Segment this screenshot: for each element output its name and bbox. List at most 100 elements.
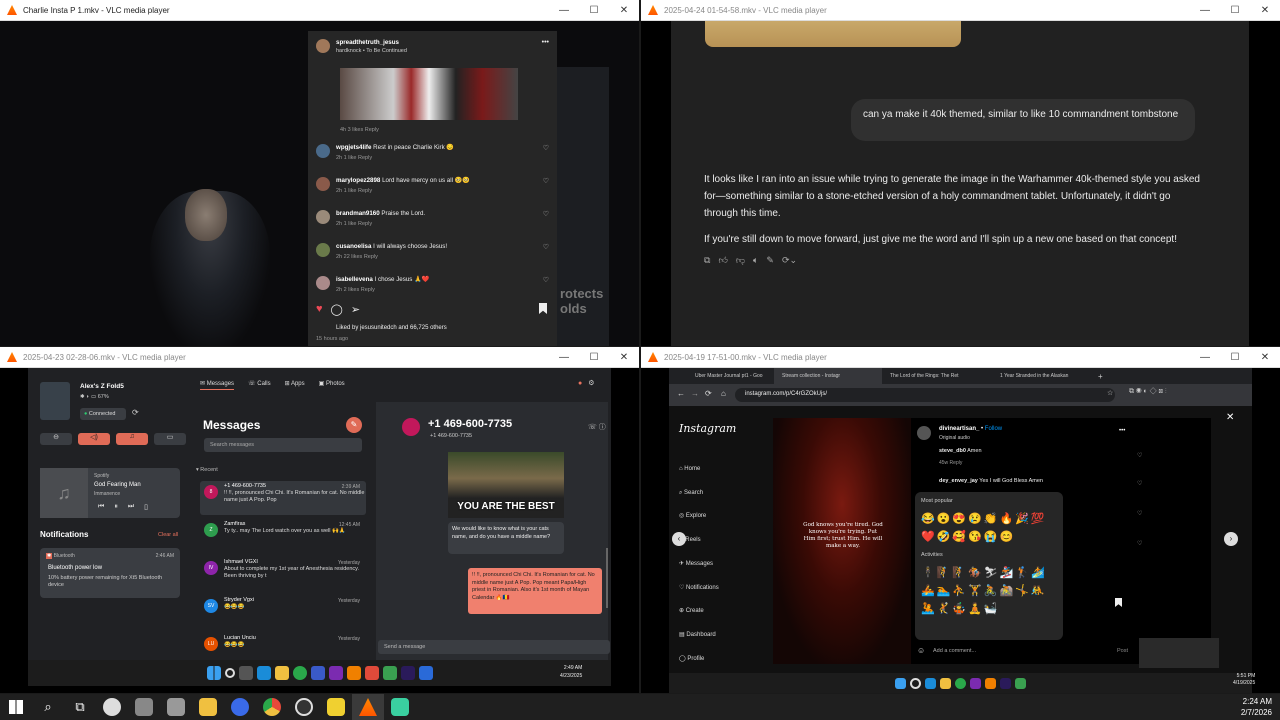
notification-card[interactable]: ✱ Bluetooth 2:46 AM Bluetooth power low … [40, 548, 180, 598]
premiere-icon[interactable] [1000, 677, 1011, 689]
cast-button[interactable]: ▭ [154, 433, 186, 445]
settings-gear-icon[interactable]: ⚙ [588, 380, 594, 387]
vlc-window-top-right[interactable]: 2025-04-24 01-54-58.mkv - VLC media play… [641, 0, 1280, 346]
maximize-button[interactable]: ☐ [579, 352, 609, 363]
search-input[interactable]: Search messages [204, 438, 362, 452]
heart-icon[interactable]: ♡ [541, 210, 549, 228]
comment-user[interactable]: isabellevena [336, 276, 373, 283]
emoji-popular-grid[interactable]: 😂😮😍😢👏🔥🎉💯❤️🤣🥰😘😭😊 [921, 510, 1059, 546]
tab-messages[interactable]: ✉ Messages [200, 380, 235, 390]
title-bar[interactable]: 2025-04-23 02-28-06.mkv - VLC media play… [0, 347, 639, 368]
app-icon[interactable] [224, 694, 256, 720]
bookmark-icon[interactable] [539, 303, 547, 314]
regenerate-icon[interactable]: ⟳⌄ [782, 255, 797, 266]
copy-icon[interactable]: ⧉ [704, 255, 710, 266]
chrome-icon[interactable] [955, 677, 966, 689]
clock-date[interactable]: 2/7/2026 [1241, 707, 1272, 718]
next-arrow[interactable]: › [1224, 532, 1238, 546]
sticky-notes-icon[interactable] [320, 694, 352, 720]
share-icon[interactable]: ➢ [351, 303, 360, 316]
app-icon[interactable] [160, 694, 192, 720]
tab-apps[interactable]: ⊞ Apps [285, 380, 305, 390]
app-icon[interactable] [418, 666, 433, 680]
sync-icon[interactable]: ⟳ [132, 408, 139, 417]
file-explorer-icon[interactable] [192, 694, 224, 720]
edge-icon[interactable] [256, 666, 271, 680]
thumbs-up-icon[interactable]: 👍︎ [718, 255, 727, 266]
onenote-icon[interactable] [328, 666, 343, 680]
windows-start-icon[interactable] [206, 666, 221, 680]
sidebar-item-create[interactable]: ⊕ Create [679, 600, 719, 624]
emoji-picker[interactable]: Most popular 😂😮😍😢👏🔥🎉💯❤️🤣🥰😘😭😊 Activities … [915, 492, 1063, 640]
close-button[interactable]: ✕ [1250, 5, 1280, 16]
instagram-logo[interactable]: Instagram [679, 422, 736, 435]
windows-start-button[interactable] [0, 694, 32, 720]
close-button[interactable]: ✕ [1250, 352, 1280, 363]
heart-icon[interactable]: ♡ [541, 144, 549, 162]
post-button[interactable]: Post [1117, 648, 1128, 654]
do-not-disturb-button[interactable]: ⊖ [40, 433, 72, 445]
notification-dot-icon[interactable]: ● [578, 380, 582, 387]
heart-icon[interactable]: ♡ [1137, 510, 1142, 517]
heart-icon[interactable]: ♡ [541, 243, 549, 261]
send-message-input[interactable]: Send a message [378, 640, 610, 654]
sidebar-item-messages[interactable]: ✈ Messages [679, 553, 719, 577]
follow-button[interactable]: Follow [985, 426, 1002, 432]
app-icon[interactable] [382, 666, 397, 680]
search-icon[interactable]: ⌕ [32, 694, 64, 720]
minimize-button[interactable]: — [549, 352, 579, 363]
post-author[interactable]: divineartisan_ [939, 426, 979, 432]
emoji-activities-grid[interactable]: 🕴🧗🧗🏇⛷🏂🏌🏄🚣🏊⛹🏋🚴🚵🤸🤼🤽🤾🤹🧘🛀 [921, 564, 1059, 618]
close-button[interactable]: ✕ [609, 352, 639, 363]
post-video[interactable]: God knows you're tired. God knows you're… [773, 418, 911, 664]
chevron-down-icon[interactable]: ▾ [196, 467, 199, 473]
comment-user[interactable]: marylopez2898 [336, 177, 380, 184]
close-button[interactable]: ✕ [609, 5, 639, 16]
vlc-window-top-left[interactable]: Charlie Insta P 1.mkv - VLC media player… [0, 0, 639, 346]
next-icon[interactable]: ⏭ [128, 503, 134, 511]
more-options-icon[interactable]: ••• [1119, 428, 1125, 434]
list-item[interactable]: Z Zamfiras Ty ty.. may The Lord watch ove… [200, 519, 366, 553]
browser-tab[interactable]: The Lord of the Rings: The Ret [882, 373, 992, 379]
clock-time[interactable]: 2:24 AM [1241, 696, 1272, 707]
heart-icon[interactable]: ♡ [1137, 480, 1142, 487]
minimize-button[interactable]: — [1190, 352, 1220, 363]
more-options-icon[interactable]: ••• [541, 39, 549, 55]
edge-icon[interactable] [925, 677, 936, 689]
title-bar[interactable]: 2025-04-19 17-51-00.mkv - VLC media play… [641, 347, 1280, 368]
thumbs-down-icon[interactable]: 👎︎ [736, 255, 745, 266]
vlc-icon[interactable] [985, 677, 996, 689]
emoji-icon[interactable]: ☺ [917, 646, 925, 655]
app-icon[interactable] [1015, 677, 1026, 689]
comment-icon[interactable]: ◯ [331, 303, 343, 316]
sidebar-item-dashboard[interactable]: ▤ Dashboard [679, 624, 719, 648]
task-view-icon[interactable] [238, 666, 253, 680]
scrollbar[interactable] [606, 548, 608, 608]
new-tab-icon[interactable]: + [1092, 372, 1103, 381]
tab-photos[interactable]: ▣ Photos [319, 380, 345, 390]
search-icon[interactable] [910, 677, 921, 689]
vlc-window-bottom-left[interactable]: 2025-04-23 02-28-06.mkv - VLC media play… [0, 347, 639, 693]
post-username[interactable]: spreadthetruth_jesus [336, 39, 399, 46]
minimize-button[interactable]: — [1190, 5, 1220, 16]
bookmark-star-icon[interactable]: ☆ [1107, 389, 1113, 397]
chrome-icon[interactable] [292, 666, 307, 680]
speaker-icon[interactable]: 🔈︎ [753, 255, 758, 266]
maximize-button[interactable]: ☐ [579, 5, 609, 16]
premiere-icon[interactable] [400, 666, 415, 680]
title-bar[interactable]: 2025-04-24 01-54-58.mkv - VLC media play… [641, 0, 1280, 21]
sidebar-item-search[interactable]: ⌕ Search [679, 482, 719, 506]
maximize-button[interactable]: ☐ [1220, 352, 1250, 363]
heart-icon[interactable]: ♡ [1137, 540, 1142, 547]
extensions-icon[interactable]: ⧉ ◉ ◐ ◇ ⊠ ⋮ [1129, 388, 1167, 396]
browser-tab-active[interactable]: Stream collection - Instagr [774, 368, 882, 384]
new-message-button[interactable]: ✎ [346, 417, 362, 433]
sidebar-item-explore[interactable]: ◎ Explore [679, 505, 719, 529]
search-icon[interactable] [224, 668, 235, 678]
app-icon[interactable] [128, 694, 160, 720]
clear-all-link[interactable]: Clear all [158, 532, 178, 538]
bookmark-icon[interactable] [1115, 598, 1122, 607]
tab-calls[interactable]: ☏ Calls [248, 380, 271, 390]
heart-icon[interactable]: ♡ [541, 276, 549, 294]
app-icon[interactable] [364, 666, 379, 680]
